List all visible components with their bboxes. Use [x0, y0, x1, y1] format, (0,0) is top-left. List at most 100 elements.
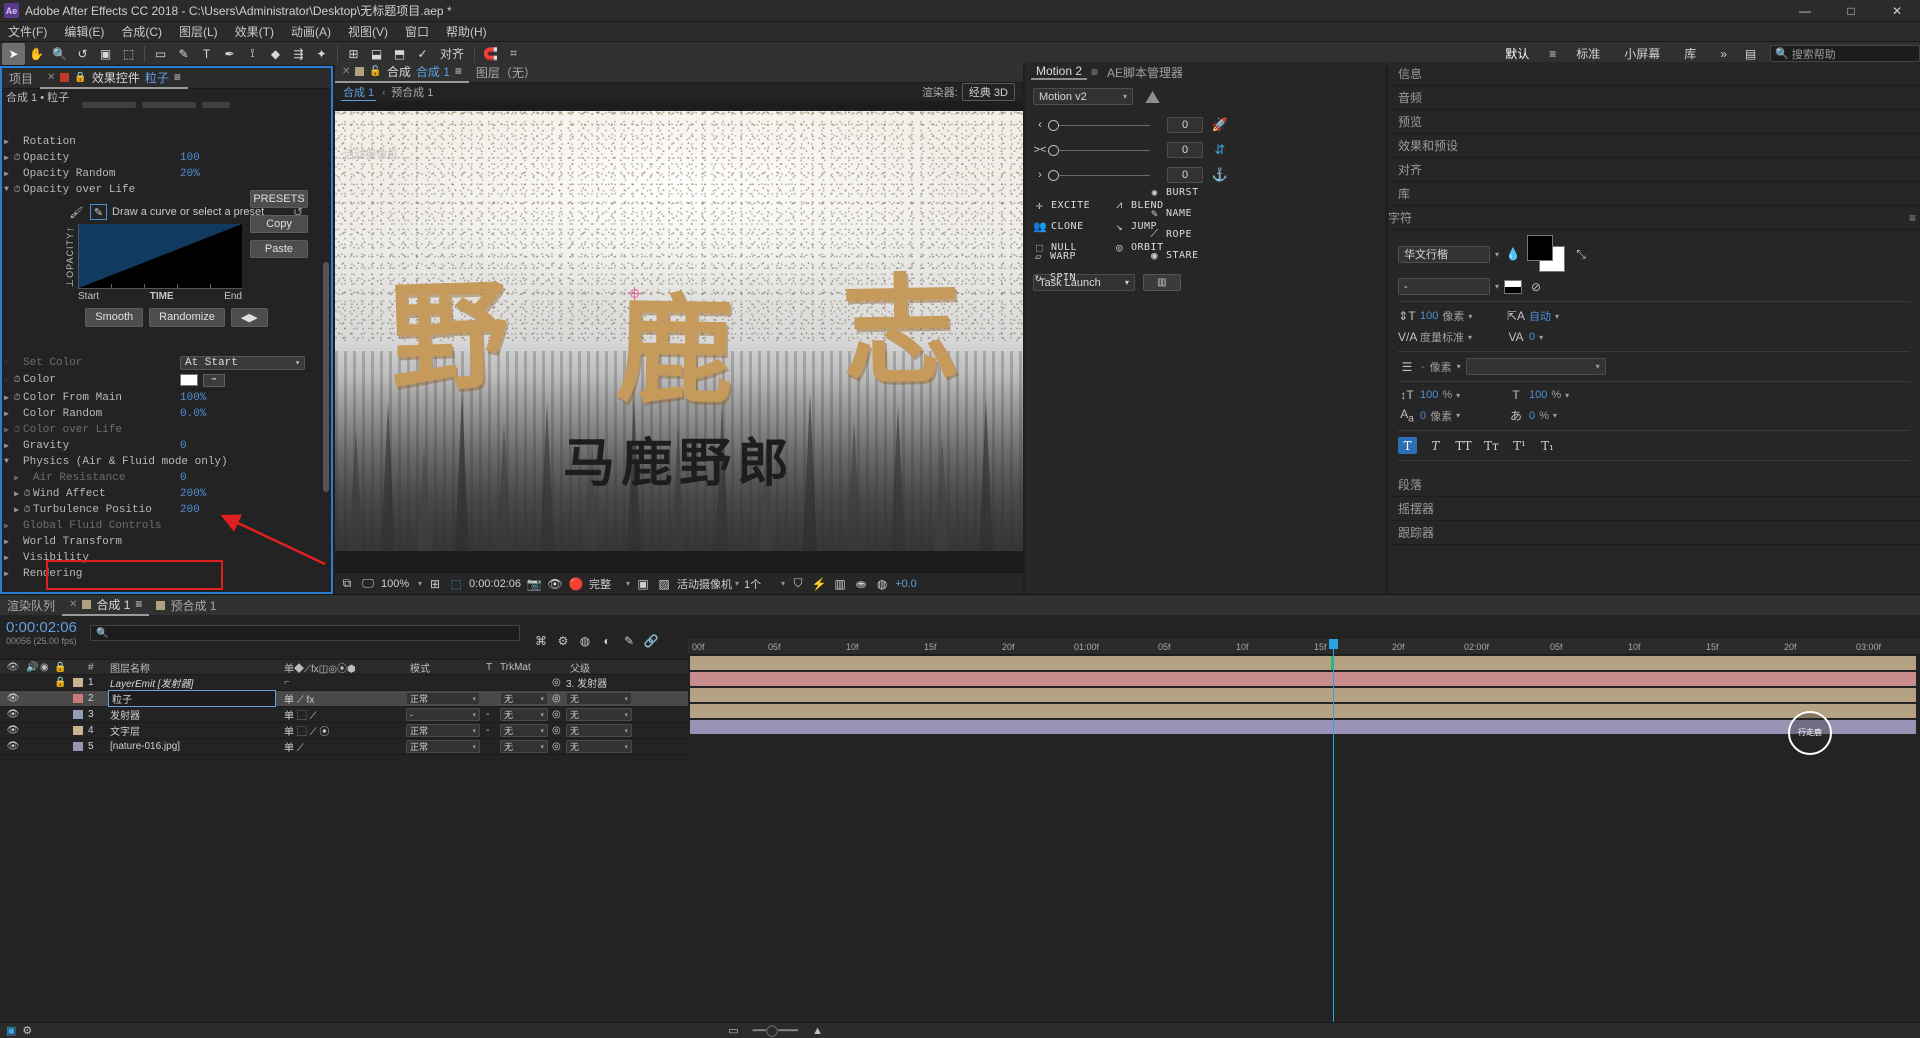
tab-close-icon[interactable]: ✕ — [69, 599, 77, 610]
panel-effects-presets[interactable]: 效果和预设 — [1388, 134, 1920, 158]
mode-dropdown[interactable]: 正常 ▾ — [406, 740, 480, 753]
parent-dropdown[interactable]: 无 ▾ — [566, 708, 632, 721]
timeline-bars[interactable] — [688, 655, 1920, 745]
chevron-down-icon[interactable]: ▾ — [1456, 391, 1460, 400]
partial-button-arrows[interactable] — [202, 102, 230, 108]
updown-arrow-icon[interactable]: ⇵ — [1210, 142, 1230, 158]
panel-library[interactable]: 库 — [1388, 182, 1920, 206]
panel-preview[interactable]: 预览 — [1388, 110, 1920, 134]
timeline-search-input[interactable]: 🔍 — [90, 625, 520, 641]
toggle-transparency-icon[interactable]: ▨ — [656, 577, 672, 591]
effect-row-turbulence-position[interactable]: ▶ ⏱ Turbulence Positio 200 — [2, 502, 331, 518]
table-row[interactable]: 🔒 1 LayerEmit [发射器] ⌐ ◎ 3. 发射器 — [0, 675, 688, 691]
layer-parent-select[interactable]: 无 ▾ — [566, 740, 636, 753]
menu-item-view[interactable]: 视图(V) — [348, 23, 388, 40]
excite-button[interactable]: ✛ EXCITE — [1033, 197, 1107, 213]
eye-toggle[interactable]: 👁 — [0, 741, 26, 752]
resolution-select[interactable]: 完整 ▾ — [589, 576, 630, 592]
type-tool-icon[interactable]: T — [195, 43, 218, 65]
burst-button[interactable]: ✺ BURST — [1148, 184, 1268, 200]
layer-parent-select[interactable]: 无 ▾ — [566, 708, 636, 721]
stopwatch-icon[interactable]: ⏱ — [11, 375, 23, 385]
effect-row-wind-affect[interactable]: ▶ ⏱ Wind Affect 200% — [2, 486, 331, 502]
tab-project[interactable]: 项目 — [2, 68, 40, 89]
stopwatch-icon[interactable]: ⏱ — [21, 505, 33, 515]
exposure-icon[interactable]: ◍ — [874, 577, 890, 591]
disclosure-triangle[interactable]: ▶ — [2, 393, 11, 403]
workspace-library[interactable]: 库 — [1672, 45, 1708, 62]
brush-icon[interactable]: 🖌 — [68, 204, 85, 220]
layer-mode-select[interactable]: 正常 ▾ — [404, 724, 486, 737]
disclosure-triangle[interactable]: ▼ — [2, 185, 11, 194]
chevron-down-icon[interactable]: ▾ — [1468, 333, 1472, 342]
effect-row-set-color[interactable]: · Set Color At Start ▾ — [2, 355, 331, 371]
trkmat-dropdown[interactable]: 无 ▾ — [500, 740, 548, 753]
panel-wiggler[interactable]: 摇摆器 — [1388, 497, 1920, 522]
row-value[interactable]: 200 — [180, 504, 200, 516]
layer-switches[interactable]: 单 ⟋ — [284, 739, 404, 754]
frame-blend-icon[interactable]: ◍ — [574, 632, 596, 650]
disclosure-triangle[interactable]: ▶ — [2, 553, 11, 563]
parent-dropdown[interactable]: 无 ▾ — [566, 724, 632, 737]
layer-mode-select[interactable]: 正常 ▾ — [404, 692, 486, 705]
effect-row-gravity[interactable]: ▶ Gravity 0 — [2, 438, 331, 454]
monitor-icon[interactable]: 🖵 — [360, 576, 376, 591]
selection-tool-icon[interactable]: ➤ — [2, 42, 25, 65]
close-button[interactable]: ✕ — [1874, 0, 1920, 22]
leading-field[interactable]: ⇱A 自动 ▾ — [1507, 308, 1611, 324]
layer-bar-2[interactable] — [690, 672, 1916, 686]
breadcrumb-precomp1[interactable]: 预合成 1 — [391, 84, 433, 100]
tab-close-icon[interactable]: ✕ — [342, 66, 350, 77]
slider-track[interactable] — [1048, 144, 1150, 156]
rocket-icon[interactable]: 🚀 — [1210, 117, 1230, 133]
layer-mode-select[interactable]: - ▾ — [404, 708, 486, 721]
disclosure-triangle[interactable]: ▶ — [2, 409, 11, 419]
effect-row-global-fluid[interactable]: ▶ Global Fluid Controls — [2, 518, 331, 534]
menu-item-effect[interactable]: 效果(T) — [235, 23, 274, 40]
task-launch-button[interactable]: ▥ — [1143, 274, 1181, 291]
tab-timeline-precomp1[interactable]: 预合成 1 — [149, 595, 223, 616]
timeline-ruler[interactable]: 00f 05f 10f 15f 20f 01:00f 05f 10f 15f 2… — [688, 639, 1920, 655]
stopwatch-icon[interactable]: ⏱ — [11, 153, 23, 163]
tab-ae-script-manager[interactable]: AE脚本管理器 — [1102, 64, 1188, 81]
curve-nav-arrows[interactable]: ◀▶ — [230, 308, 268, 327]
label-swatch[interactable] — [68, 710, 88, 719]
layer-name[interactable]: 发射器 — [104, 707, 284, 722]
spread-icon[interactable]: >< — [1033, 144, 1047, 156]
layer-bar-3[interactable] — [690, 688, 1916, 702]
tab-motion2[interactable]: Motion 2 — [1031, 64, 1088, 80]
tab-menu-icon[interactable]: ≡ — [135, 597, 142, 611]
layer-switches[interactable]: 单 ⬚ ⟋ ⦿ — [284, 723, 404, 738]
workspace-overflow[interactable]: » — [1708, 47, 1739, 61]
parent-dropdown[interactable]: 无 ▾ — [566, 740, 632, 753]
timecode-block[interactable]: 0:00:02:06 00056 (25.00 fps) — [0, 615, 90, 659]
layer-trkmat-select[interactable]: 无 ▾ — [500, 724, 552, 737]
curve-canvas[interactable] — [78, 224, 242, 289]
vertical-scale-field[interactable]: ↕T 100 % ▾ — [1398, 388, 1502, 402]
effect-row-color-from-main[interactable]: ▶ ⏱ Color From Main 100% — [2, 390, 331, 406]
partial-button-smooth[interactable] — [82, 102, 136, 108]
effect-row-world-transform[interactable]: ▶ World Transform — [2, 534, 331, 550]
link-icon[interactable]: 🔗 — [640, 632, 662, 650]
stopwatch-icon[interactable]: ⏱ — [21, 489, 33, 499]
zoom-in-icon[interactable]: ▲ — [812, 1025, 823, 1037]
label-swatch[interactable] — [68, 678, 88, 687]
camera-select[interactable]: 活动摄像机 ▾ — [677, 576, 739, 592]
eye-toggle[interactable]: 👁 — [0, 693, 26, 704]
menu-item-edit[interactable]: 编辑(E) — [64, 23, 104, 40]
zoom-level-select[interactable]: 100% ▾ — [381, 578, 422, 590]
table-row[interactable]: 👁 4 文字层 单 ⬚ ⟋ ⦿ 正常 ▾ - 无 ▾ ◎ 无 ▾ — [0, 723, 688, 739]
motion-blur-icon[interactable]: ⌘ — [530, 632, 552, 650]
parent-pickwhip-icon[interactable]: ◎ — [552, 741, 566, 752]
copy-button[interactable]: Copy — [250, 215, 308, 233]
current-time-display[interactable]: 0:00:02:06 — [469, 578, 521, 590]
character-panel-menu-icon[interactable]: ≡ — [1909, 211, 1916, 225]
snapshot-icon[interactable]: 📷 — [526, 577, 542, 591]
partial-button-randomize[interactable] — [142, 102, 196, 108]
renderer-value[interactable]: 经典 3D — [961, 83, 1015, 101]
layer-parent[interactable]: 3. 发射器 — [566, 675, 636, 690]
eraser-tool-icon[interactable]: ◆ — [264, 43, 287, 65]
layer-trkmat-select[interactable]: 无 ▾ — [500, 708, 552, 721]
tsume-field[interactable]: あ 0 % ▾ — [1507, 407, 1611, 424]
kerning-field[interactable]: V/A 度量标准 ▾ — [1398, 329, 1502, 345]
